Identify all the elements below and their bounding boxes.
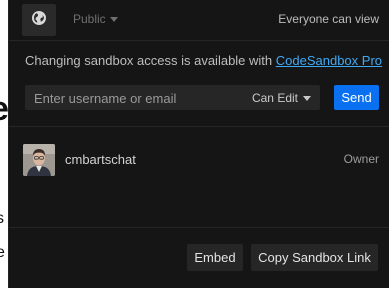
chevron-down-icon (303, 95, 311, 101)
divider (9, 126, 389, 127)
upgrade-notice: Changing sandbox access is available wit… (25, 53, 382, 68)
username-email-input[interactable] (25, 85, 236, 112)
access-status-text: Everyone can view (278, 12, 379, 26)
member-role: Owner (343, 152, 379, 166)
permission-label: Can Edit (251, 91, 298, 105)
chevron-down-icon (109, 16, 118, 22)
avatar (23, 144, 55, 176)
share-header: Public Everyone can view (9, 0, 389, 41)
access-level-label: Public (73, 12, 106, 26)
codesandbox-pro-link[interactable]: CodeSandbox Pro (276, 53, 382, 68)
share-popover: Public Everyone can view Changing sandbo… (8, 0, 389, 288)
access-level-select[interactable]: Public (73, 12, 118, 26)
upgrade-notice-text: Changing sandbox access is available wit… (25, 53, 276, 68)
embed-button[interactable]: Embed (187, 244, 243, 271)
copy-sandbox-link-button[interactable]: Copy Sandbox Link (251, 244, 378, 271)
member-row: cmbartschat Owner (9, 140, 389, 180)
invite-field: Can Edit (25, 85, 320, 112)
divider (9, 227, 389, 228)
send-button[interactable]: Send (334, 85, 379, 110)
globe-icon (31, 10, 47, 31)
globe-button[interactable] (22, 4, 56, 36)
permission-select[interactable]: Can Edit (252, 91, 311, 105)
member-username: cmbartschat (65, 152, 136, 167)
background-text-fragment: e (0, 244, 5, 261)
background-text-fragment: s (0, 210, 4, 227)
